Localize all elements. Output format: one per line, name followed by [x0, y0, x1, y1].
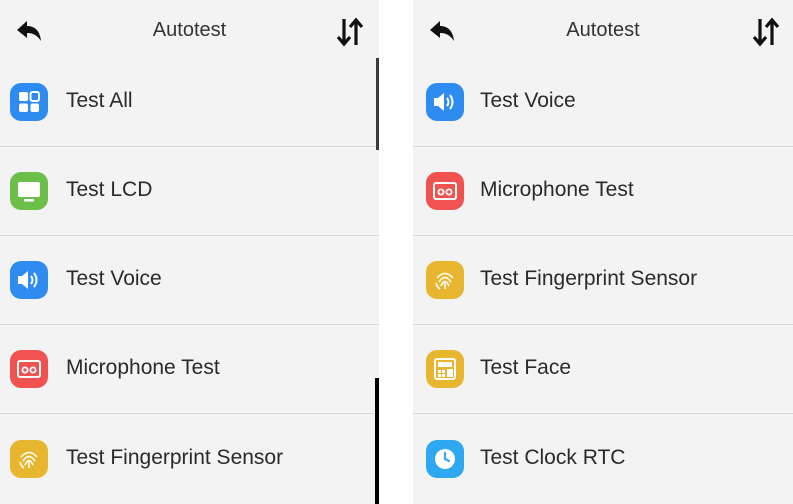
grid-icon	[10, 83, 48, 121]
list-item-microphone-test[interactable]: Microphone Test	[0, 325, 379, 414]
monitor-icon	[10, 172, 48, 210]
item-label: Test LCD	[66, 178, 153, 201]
list-item-test-voice[interactable]: Test Voice	[0, 236, 379, 325]
list-item-test-voice[interactable]: Test Voice	[413, 58, 793, 147]
list-item-test-face[interactable]: Test Face	[413, 325, 793, 414]
list-item-test-clock-rtc[interactable]: Test Clock RTC	[413, 414, 793, 503]
fingerprint-icon	[10, 439, 48, 478]
page-title: Autotest	[152, 19, 227, 41]
list-item-test-lcd[interactable]: Test LCD	[0, 147, 379, 236]
list-item-microphone-test[interactable]: Microphone Test	[413, 147, 793, 236]
sort-icon[interactable]	[751, 15, 781, 49]
list-item-test-fingerprint[interactable]: Test Fingerprint Sensor	[413, 236, 793, 325]
autotest-list: Test Voice Microphone Test Test Fingerpr…	[413, 58, 793, 504]
autotest-list: Test All Test LCD Test Voice Microphone …	[0, 58, 379, 504]
scrollbar[interactable]	[376, 58, 379, 150]
autotest-screen-left: Autotest Test All Test LCD Test Voice Mi…	[0, 0, 379, 504]
autotest-screen-right: Autotest Test Voice Microphone Test Test…	[413, 0, 793, 504]
page-title: Autotest	[566, 19, 640, 41]
sort-icon[interactable]	[335, 15, 365, 49]
microphone-icon	[426, 172, 464, 210]
list-item-test-all[interactable]: Test All	[0, 58, 379, 147]
item-label: Test Fingerprint Sensor	[480, 267, 698, 290]
speaker-icon	[10, 261, 48, 299]
item-label: Test All	[66, 89, 133, 112]
item-label: Test Clock RTC	[480, 445, 626, 469]
microphone-icon	[10, 350, 48, 388]
item-label: Microphone Test	[480, 178, 634, 201]
scroll-indicator	[375, 378, 379, 504]
item-label: Test Fingerprint Sensor	[66, 445, 284, 469]
header: Autotest	[413, 0, 793, 64]
list-item-test-fingerprint[interactable]: Test Fingerprint Sensor	[0, 414, 379, 503]
speaker-icon	[426, 83, 464, 121]
fingerprint-icon	[426, 261, 464, 299]
clock-icon	[426, 439, 464, 478]
item-label: Test Voice	[480, 89, 576, 112]
item-label: Test Voice	[66, 267, 162, 290]
item-label: Microphone Test	[66, 356, 220, 379]
face-icon	[426, 350, 464, 388]
item-label: Test Face	[480, 356, 572, 379]
header: Autotest	[0, 0, 379, 64]
